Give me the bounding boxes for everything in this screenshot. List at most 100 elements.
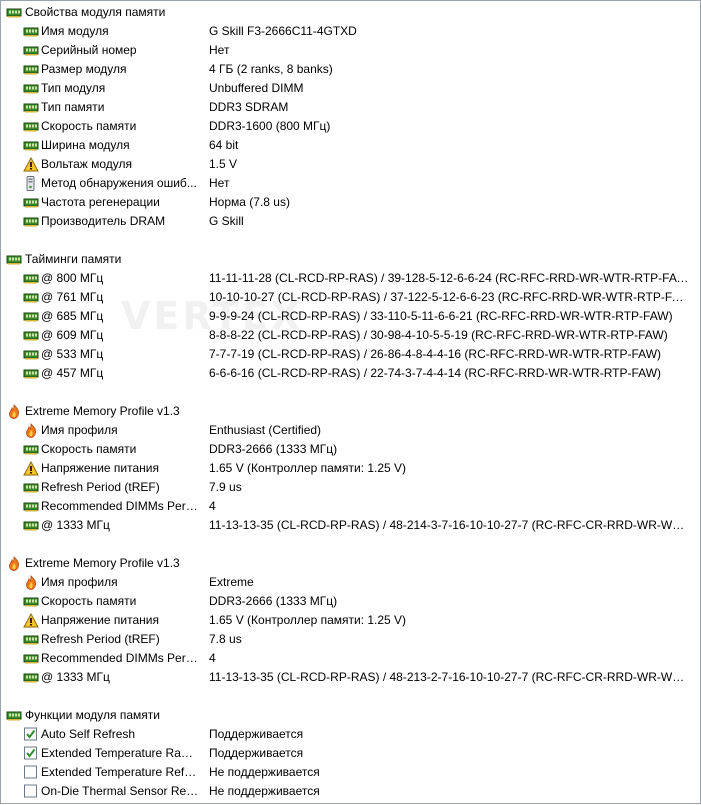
property-row[interactable]: @ 761 МГц 10-10-10-27 (CL-RCD-RP-RAS) / … [1,288,700,307]
property-value: Unbuffered DIMM [209,81,304,95]
property-value: 1.65 V (Контроллер памяти: 1.25 V) [209,613,407,627]
warning-icon [23,156,39,172]
property-value: DDR3 SDRAM [209,100,289,114]
property-row[interactable]: Вольтаж модуля 1.5 V [1,155,700,174]
property-row[interactable]: @ 1333 МГц 11-13-13-35 (CL-RCD-RP-RAS) /… [1,668,700,687]
property-row[interactable]: Производитель DRAM G Skill [1,212,700,231]
property-row[interactable]: @ 457 МГц 6-6-6-16 (CL-RCD-RP-RAS) / 22-… [1,364,700,383]
checkbox-checked-icon [23,746,39,761]
property-row[interactable]: Напряжение питания 1.65 V (Контроллер па… [1,459,700,478]
section-title: Функции модуля памяти [25,708,160,722]
property-row[interactable]: Имя профиля Enthusiast (Certified) [1,421,700,440]
property-row[interactable]: Ширина модуля 64 bit [1,136,700,155]
property-row[interactable]: Тип памяти DDR3 SDRAM [1,98,700,117]
property-value: 8-8-8-22 (CL-RCD-RP-RAS) / 30-98-4-10-5-… [209,328,668,342]
memory-module-icon [23,195,39,210]
property-label: Ширина модуля [41,138,130,152]
memory-module-icon [23,309,39,324]
memory-module-icon [23,214,39,229]
memory-module-icon [23,81,39,96]
property-row[interactable]: @ 609 МГц 8-8-8-22 (CL-RCD-RP-RAS) / 30-… [1,326,700,345]
section-header[interactable]: Тайминги памяти [1,250,700,269]
property-row[interactable]: Recommended DIMMs Per ... 4 [1,649,700,668]
property-value: DDR3-1600 (800 МГц) [209,119,331,133]
property-label: Имя профиля [41,575,118,589]
memory-module-icon [23,119,39,134]
section-header[interactable]: Свойства модуля памяти [1,3,700,22]
property-label: Напряжение питания [41,613,159,627]
property-row[interactable]: Серийный номер Нет [1,41,700,60]
memory-properties-panel: VERTEX Свойства модуля памяти Имя модуля… [0,0,701,804]
property-value: G Skill F3-2666C11-4GTXD [209,24,357,38]
flame-icon [23,423,39,438]
property-value: 7-7-7-19 (CL-RCD-RP-RAS) / 26-86-4-8-4-4… [209,347,662,361]
property-label: @ 533 МГц [41,347,104,361]
property-label: On-Die Thermal Sensor Rea... [41,784,199,798]
property-row[interactable]: Auto Self Refresh Поддерживается [1,725,700,744]
property-value: Нет [209,43,230,57]
property-row[interactable]: @ 800 МГц 11-11-11-28 (CL-RCD-RP-RAS) / … [1,269,700,288]
memory-module-icon [23,347,39,362]
property-label: Тип памяти [41,100,105,114]
property-row[interactable]: Тип модуля Unbuffered DIMM [1,79,700,98]
property-row[interactable]: Скорость памяти DDR3-2666 (1333 МГц) [1,440,700,459]
section-title: Свойства модуля памяти [25,5,166,19]
memory-module-icon [23,632,39,647]
property-value: Не поддерживается [209,765,320,779]
property-value: 11-13-13-35 (CL-RCD-RP-RAS) / 48-213-2-7… [209,670,690,684]
memory-module-icon [23,62,39,77]
memory-module-icon [23,594,39,609]
checkbox-checked-icon [23,727,39,742]
property-label: @ 761 МГц [41,290,104,304]
property-value: G Skill [209,214,244,228]
property-label: @ 800 МГц [41,271,104,285]
property-row[interactable]: Метод обнаружения ошиб... Нет [1,174,700,193]
property-row[interactable]: Напряжение питания 1.65 V (Контроллер па… [1,611,700,630]
property-row[interactable]: Частота регенерации Норма (7.8 us) [1,193,700,212]
property-row[interactable]: Recommended DIMMs Per ... 4 [1,497,700,516]
property-row[interactable]: Скорость памяти DDR3-1600 (800 МГц) [1,117,700,136]
warning-icon [23,612,39,628]
memory-module-icon [23,366,39,381]
property-row[interactable]: Refresh Period (tREF) 7.8 us [1,630,700,649]
flame-icon [6,556,22,571]
property-row[interactable]: Скорость памяти DDR3-2666 (1333 МГц) [1,592,700,611]
property-row[interactable]: Имя модуля G Skill F3-2666C11-4GTXD [1,22,700,41]
property-label: Recommended DIMMs Per ... [41,499,199,513]
property-value: Поддерживается [209,727,304,741]
property-value: 7.8 us [209,632,242,646]
property-label: Серийный номер [41,43,137,57]
property-row[interactable]: Extended Temperature Range Поддерживаетс… [1,744,700,763]
property-label: Частота регенерации [41,195,160,209]
property-row[interactable]: @ 533 МГц 7-7-7-19 (CL-RCD-RP-RAS) / 26-… [1,345,700,364]
property-row[interactable]: @ 1333 МГц 11-13-13-35 (CL-RCD-RP-RAS) /… [1,516,700,535]
section-header[interactable]: Функции модуля памяти [1,706,700,725]
memory-module-icon [23,670,39,685]
device-icon [23,176,39,191]
property-row[interactable]: Имя профиля Extreme [1,573,700,592]
property-value: DDR3-2666 (1333 МГц) [209,594,338,608]
memory-module-icon [23,271,39,286]
property-row[interactable]: @ 685 МГц 9-9-9-24 (CL-RCD-RP-RAS) / 33-… [1,307,700,326]
property-label: Скорость памяти [41,119,137,133]
warning-icon [23,460,39,476]
property-value: DDR3-2666 (1333 МГц) [209,442,338,456]
memory-module-icon [23,43,39,58]
memory-module-icon [6,252,22,267]
property-row[interactable]: Размер модуля 4 ГБ (2 ranks, 8 banks) [1,60,700,79]
flame-icon [23,575,39,590]
property-value: 4 ГБ (2 ranks, 8 banks) [209,62,333,76]
property-value: 7.9 us [209,480,242,494]
memory-module-icon [23,290,39,305]
section-header[interactable]: Extreme Memory Profile v1.3 [1,402,700,421]
property-label: Recommended DIMMs Per ... [41,651,199,665]
property-row[interactable]: Refresh Period (tREF) 7.9 us [1,478,700,497]
property-label: Extended Temperature Range [41,746,199,760]
memory-module-icon [23,328,39,343]
property-row[interactable]: On-Die Thermal Sensor Rea... Не поддержи… [1,782,700,801]
section-header[interactable]: Extreme Memory Profile v1.3 [1,554,700,573]
property-label: @ 609 МГц [41,328,104,342]
property-row[interactable]: Extended Temperature Refre... Не поддерж… [1,763,700,782]
